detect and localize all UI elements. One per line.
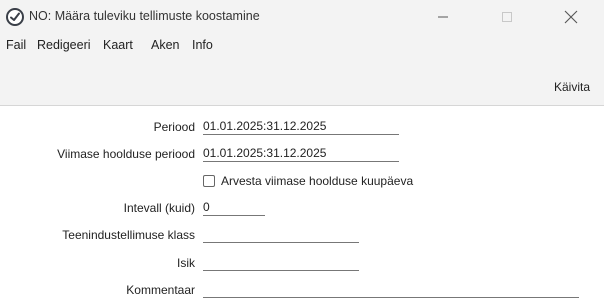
menu-edit[interactable]: Redigeeri — [37, 38, 91, 52]
menu-bar: Fail Redigeeri Kaart Aken Info — [0, 34, 604, 56]
period-label: Periood — [153, 120, 195, 134]
app-logo-icon — [6, 8, 24, 26]
maximize-button[interactable] — [484, 0, 530, 34]
menu-card[interactable]: Kaart — [103, 38, 133, 52]
last-maintenance-period-label: Viimase hoolduse periood — [57, 147, 195, 161]
run-button[interactable]: Käivita — [554, 80, 590, 94]
period-field[interactable]: 01.01.2025:31.12.2025 — [203, 118, 399, 135]
interval-field[interactable]: 0 — [203, 199, 265, 216]
close-button[interactable] — [548, 0, 594, 34]
window-title: NO: Määra tuleviku tellimuste koostamine — [29, 9, 260, 23]
person-field[interactable] — [203, 254, 359, 271]
menu-file[interactable]: Fail — [6, 38, 26, 52]
interval-label: Intevall (kuid) — [123, 201, 195, 215]
menu-info[interactable]: Info — [192, 38, 213, 52]
last-maintenance-period-field[interactable]: 01.01.2025:31.12.2025 — [203, 145, 399, 162]
menu-window[interactable]: Aken — [151, 38, 180, 52]
close-icon — [564, 10, 578, 24]
service-order-class-field[interactable] — [203, 226, 359, 243]
consider-last-maintenance-label: Arvesta viimase hoolduse kuupäeva — [221, 174, 414, 188]
comment-field[interactable] — [203, 281, 579, 298]
comment-label: Kommentaar — [126, 283, 195, 297]
maximize-icon — [502, 12, 512, 22]
title-bar: NO: Määra tuleviku tellimuste koostamine — [0, 0, 604, 34]
person-label: Isik — [177, 256, 195, 270]
minimize-icon — [438, 16, 448, 18]
consider-last-maintenance-checkbox[interactable] — [203, 175, 215, 187]
toolbar: Käivita — [0, 56, 604, 106]
service-order-class-label: Teenindustellimuse klass — [62, 228, 195, 242]
minimize-button[interactable] — [420, 0, 466, 34]
